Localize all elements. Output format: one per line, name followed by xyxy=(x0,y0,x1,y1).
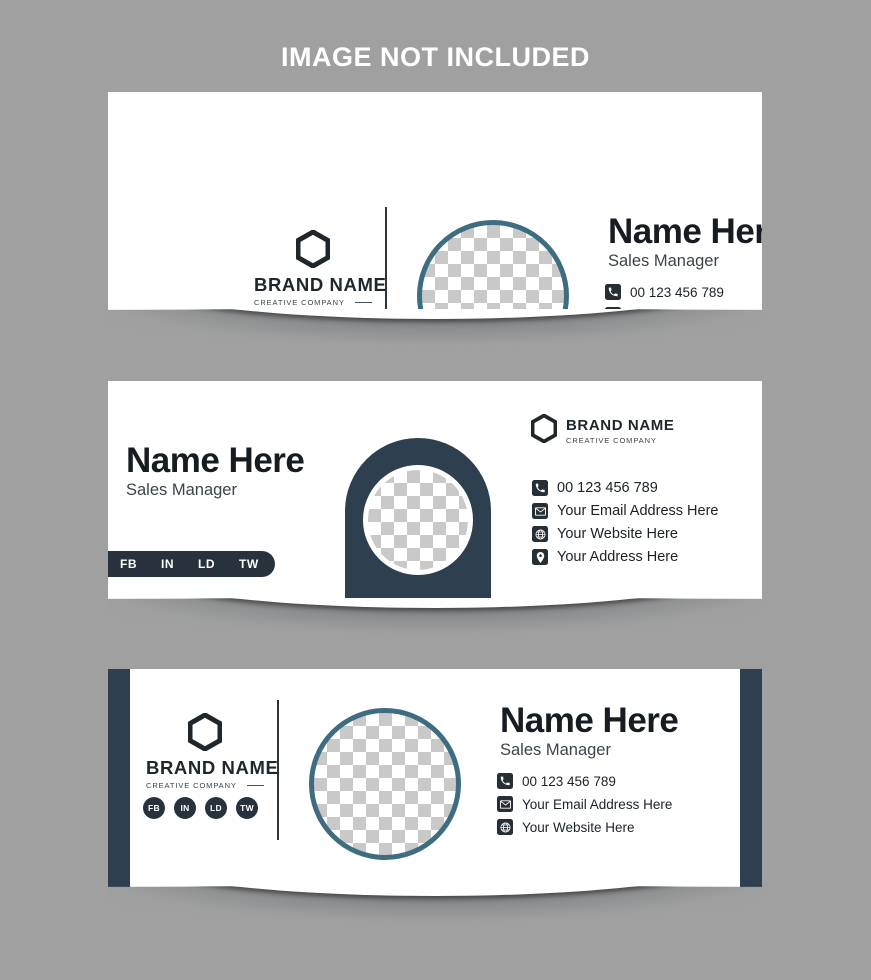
globe-icon xyxy=(532,526,548,542)
contact-row-website[interactable]: Your Website Here xyxy=(532,526,718,542)
person-info-card-2: Name Here Sales Manager xyxy=(126,441,305,500)
brand-logo-block: BRAND NAME CREATIVE COMPANY xyxy=(146,713,279,790)
phone-icon xyxy=(497,773,513,789)
left-accent-bar xyxy=(108,669,130,887)
social-link-linkedin[interactable]: LD xyxy=(198,557,215,571)
person-name: Name Here xyxy=(126,441,305,480)
profile-photo-placeholder[interactable] xyxy=(417,220,569,310)
contact-website-text: Your Website Here xyxy=(557,526,678,542)
envelope-icon xyxy=(605,307,621,310)
hexagon-outline-icon xyxy=(146,713,264,751)
contact-row-phone[interactable]: 00 123 456 789 xyxy=(532,480,718,496)
person-title: Sales Manager xyxy=(500,740,611,759)
social-badge-facebook[interactable]: FB xyxy=(143,797,165,819)
hexagon-outline-icon xyxy=(254,230,372,268)
contact-website-text: Your Website Here xyxy=(522,819,635,835)
contact-row-email[interactable]: Your Email Address Here xyxy=(532,503,718,519)
card-2-shadow xyxy=(108,598,762,638)
brand-divider-rule xyxy=(246,784,264,787)
profile-photo-placeholder[interactable] xyxy=(363,465,473,575)
brand-tagline: CREATIVE COMPANY xyxy=(566,436,657,445)
contact-list: 00 123 456 789 Your Email Address Here xyxy=(605,284,762,310)
arch-photo-frame xyxy=(345,438,491,599)
brand-logo-block: BRAND NAME CREATIVE COMPANY xyxy=(254,230,387,307)
social-bar[interactable]: FB IN LD TW xyxy=(108,551,275,577)
contact-email-text: Your Email Address Here xyxy=(630,308,762,311)
contact-phone-text: 00 123 456 789 xyxy=(522,773,616,789)
brand-name: BRAND NAME xyxy=(254,274,387,295)
contact-row-email[interactable]: Your Email Address Here xyxy=(497,796,672,812)
contact-row-phone[interactable]: 00 123 456 789 xyxy=(497,773,672,789)
vertical-divider xyxy=(385,207,387,310)
contact-phone-text: 00 123 456 789 xyxy=(557,480,658,496)
canvas: IMAGE NOT INCLUDED BRAND NAME CREATIVE C… xyxy=(0,0,871,980)
envelope-icon xyxy=(532,503,548,519)
brand-tagline: CREATIVE COMPANY xyxy=(254,298,345,307)
contact-row-website[interactable]: Your Website Here xyxy=(497,819,672,835)
brand-logo-block: BRAND NAME CREATIVE COMPANY xyxy=(530,413,675,448)
person-name: Name Here xyxy=(608,212,762,251)
person-info-card-3: Name Here Sales Manager xyxy=(500,701,679,760)
page-title: IMAGE NOT INCLUDED xyxy=(281,42,590,72)
envelope-icon xyxy=(497,796,513,812)
person-title: Sales Manager xyxy=(608,251,719,270)
vertical-divider xyxy=(277,700,279,840)
social-badge-linkedin[interactable]: LD xyxy=(205,797,227,819)
card-1-shadow xyxy=(108,309,762,349)
contact-list: 00 123 456 789 Your Email Address Here Y… xyxy=(497,773,672,835)
contact-row-email[interactable]: Your Email Address Here xyxy=(605,307,762,310)
person-title: Sales Manager xyxy=(126,480,237,499)
brand-name: BRAND NAME xyxy=(146,757,279,778)
social-link-instagram[interactable]: IN xyxy=(161,557,174,571)
brand-tagline: CREATIVE COMPANY xyxy=(146,781,237,790)
card-3-shadow xyxy=(108,886,762,926)
contact-address-text: Your Address Here xyxy=(557,549,679,565)
contact-email-text: Your Email Address Here xyxy=(557,503,719,519)
contact-row-address[interactable]: Your Address Here xyxy=(532,549,718,565)
hexagon-outline-icon xyxy=(530,413,558,448)
contact-list: 00 123 456 789 Your Email Address Here Y… xyxy=(532,480,718,565)
contact-phone-text: 00 123 456 789 xyxy=(630,284,724,300)
social-badge-twitter[interactable]: TW xyxy=(236,797,258,819)
social-link-facebook[interactable]: FB xyxy=(120,557,137,571)
social-badge-group[interactable]: FB IN LD TW xyxy=(143,797,258,819)
contact-email-text: Your Email Address Here xyxy=(522,796,673,812)
brand-name: BRAND NAME xyxy=(566,417,675,434)
location-pin-icon xyxy=(532,549,548,565)
person-info: Name Here Sales Manager xyxy=(608,212,762,271)
brand-divider-rule xyxy=(354,301,372,304)
social-link-twitter[interactable]: TW xyxy=(239,557,259,571)
person-name: Name Here xyxy=(500,701,679,740)
phone-icon xyxy=(605,284,621,300)
globe-icon xyxy=(497,819,513,835)
right-accent-bar xyxy=(740,669,762,887)
contact-row-phone[interactable]: 00 123 456 789 xyxy=(605,284,762,300)
email-signature-card-1[interactable]: BRAND NAME CREATIVE COMPANY Name Here Sa… xyxy=(108,92,762,310)
phone-icon xyxy=(532,480,548,496)
social-badge-instagram[interactable]: IN xyxy=(174,797,196,819)
profile-photo-placeholder[interactable] xyxy=(309,708,461,860)
